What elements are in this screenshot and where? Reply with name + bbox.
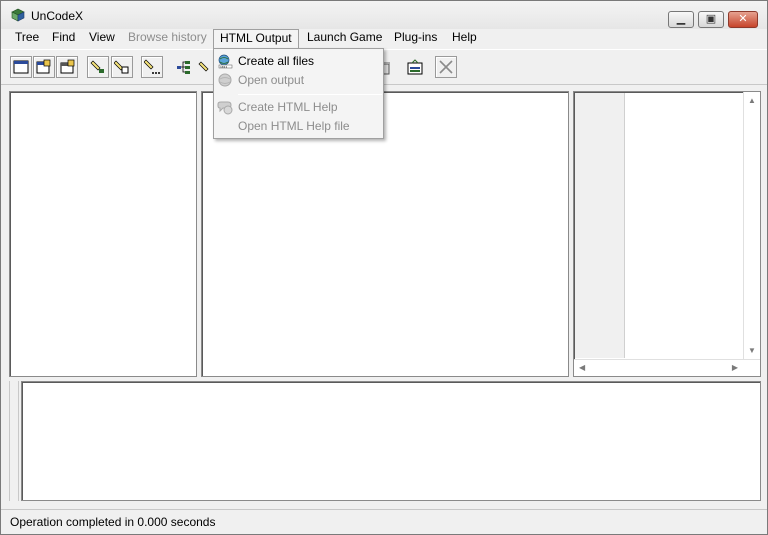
properties-horizontal-scrollbar[interactable]: ◀ ▶ xyxy=(574,359,760,376)
toolbar-cancel-button[interactable] xyxy=(435,56,457,78)
menu-item-label: Open HTML Help file xyxy=(238,119,350,133)
maximize-icon: ▣ xyxy=(705,13,717,25)
app-window: UnCodeX ▁ ▣ ✕ Tree Find View Browse hist… xyxy=(0,0,768,535)
menu-item-create-html-help[interactable]: Create HTML Help xyxy=(214,98,383,117)
find-class-icon xyxy=(198,61,209,72)
toolbar-properties-button[interactable] xyxy=(33,56,55,78)
minimize-icon: ▁ xyxy=(676,13,686,25)
menu-item-open-html-help-file[interactable]: Open HTML Help file xyxy=(214,117,383,136)
open-output-icon xyxy=(218,73,232,87)
cancel-icon xyxy=(439,60,453,74)
close-button[interactable]: ✕ xyxy=(728,11,758,28)
svg-text:1011: 1011 xyxy=(220,65,227,69)
status-text: Operation completed in 0.000 seconds xyxy=(10,515,216,529)
toolbar-save-button[interactable] xyxy=(404,56,426,78)
menu-item-create-all-files[interactable]: 1011 Create all files xyxy=(214,52,383,71)
toolbar-tree-button[interactable] xyxy=(172,56,194,78)
tree-icon xyxy=(177,61,190,74)
scroll-right-icon[interactable]: ▶ xyxy=(732,363,738,372)
menu-separator xyxy=(238,94,382,95)
menubar: Tree Find View Browse history HTML Outpu… xyxy=(1,29,767,49)
properties-gutter xyxy=(575,93,625,358)
maximize-button[interactable]: ▣ xyxy=(698,11,724,28)
menu-html-output[interactable]: HTML Output xyxy=(213,29,299,49)
properties-pane[interactable]: ▲ ▼ ◀ ▶ xyxy=(573,91,761,377)
close-icon: ✕ xyxy=(738,13,748,25)
toolbar xyxy=(1,49,767,85)
find-icon xyxy=(90,60,104,73)
log-pane[interactable] xyxy=(21,381,761,501)
create-files-icon: 1011 xyxy=(218,54,233,69)
toolbar-find-next-button[interactable] xyxy=(111,56,133,78)
find-next-icon xyxy=(114,60,129,74)
properties-icon xyxy=(36,59,51,74)
uncodex-app-icon xyxy=(11,8,25,22)
status-bar: Operation completed in 0.000 seconds xyxy=(1,509,767,534)
menu-tree[interactable]: Tree xyxy=(9,29,45,48)
menu-plug-ins[interactable]: Plug-ins xyxy=(388,29,443,48)
log-grip[interactable] xyxy=(9,381,19,501)
new-tree-icon xyxy=(13,60,29,74)
menu-browse-history[interactable]: Browse history xyxy=(122,29,213,48)
toolbar-new-tree-button[interactable] xyxy=(10,56,32,78)
menu-item-label: Create all files xyxy=(238,54,315,68)
class-tree-pane[interactable] xyxy=(9,91,197,377)
scroll-up-icon[interactable]: ▲ xyxy=(748,96,756,105)
properties-vertical-scrollbar[interactable]: ▲ ▼ xyxy=(743,92,760,359)
menu-help[interactable]: Help xyxy=(446,29,483,48)
toolbar-find-more-button[interactable] xyxy=(141,56,163,78)
scroll-left-icon[interactable]: ◀ xyxy=(579,363,585,372)
toolbar-find-button[interactable] xyxy=(87,56,109,78)
menu-launch-game[interactable]: Launch Game xyxy=(301,29,388,48)
menu-item-label: Open output xyxy=(238,73,305,87)
menu-item-open-output[interactable]: Open output xyxy=(214,71,383,90)
save-icon xyxy=(407,59,423,75)
scroll-down-icon[interactable]: ▼ xyxy=(748,346,756,355)
menu-view[interactable]: View xyxy=(83,29,121,48)
menu-item-label: Create HTML Help xyxy=(238,100,338,114)
title-bar[interactable]: UnCodeX ▁ ▣ ✕ xyxy=(1,1,767,29)
menu-find[interactable]: Find xyxy=(46,29,81,48)
html-help-icon xyxy=(217,101,233,115)
minimize-button[interactable]: ▁ xyxy=(668,11,694,28)
html-output-menu: 1011 Create all files Open output Create… xyxy=(213,48,384,139)
window-title: UnCodeX xyxy=(31,9,84,23)
find-more-icon xyxy=(144,59,160,74)
toolbar-package-properties-button[interactable] xyxy=(56,56,78,78)
package-properties-icon xyxy=(60,59,75,74)
